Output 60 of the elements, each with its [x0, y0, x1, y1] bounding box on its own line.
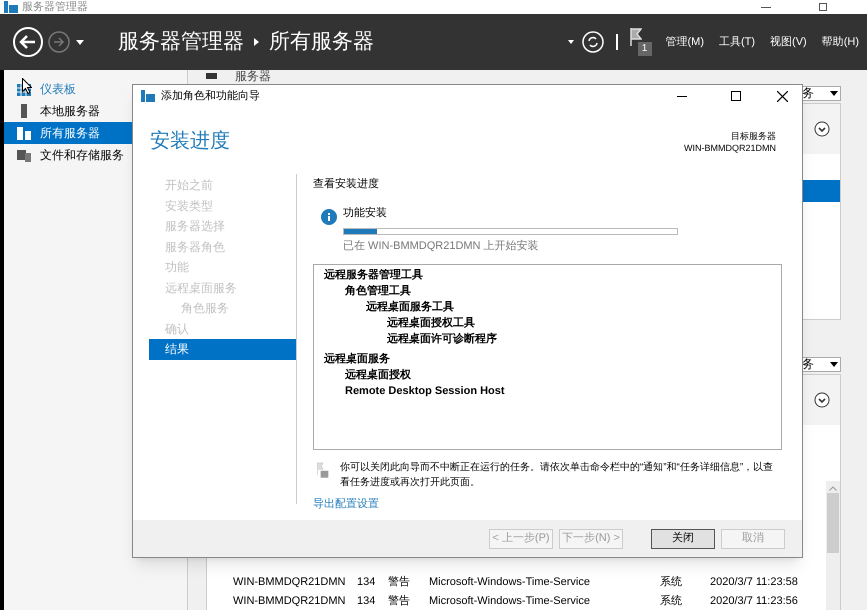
close-icon[interactable]	[777, 90, 788, 102]
maximize-icon[interactable]	[731, 91, 741, 101]
result-item: 远程服务器管理工具	[324, 268, 424, 282]
flag-icon	[316, 460, 330, 480]
section-icon	[206, 73, 217, 79]
separator-icon	[254, 38, 259, 46]
result-item: 远程桌面服务工具	[366, 300, 455, 314]
caret-icon[interactable]	[76, 40, 84, 44]
result-item: 角色管理工具	[345, 284, 412, 298]
table-cell-text: Microsoft-Windows-Time-Service	[429, 575, 591, 590]
result-item: 远程桌面授权	[345, 368, 412, 382]
app-icon	[4, 1, 18, 13]
status-text: 已在 WIN-BMMDQR21DMN 上开始安装	[343, 238, 540, 254]
chevron-down-icon[interactable]	[814, 121, 830, 137]
scrollbar[interactable]	[826, 481, 840, 610]
menu-item[interactable]: 视图(V)	[770, 34, 807, 50]
status-title: 功能安装	[343, 206, 388, 220]
table-cell-text: 系统	[660, 594, 683, 610]
table-cell-text: 134	[357, 575, 376, 590]
section-title: 查看安装进度	[313, 176, 380, 192]
table-cell-text: 134	[357, 594, 376, 610]
window-title: 服务器管理器	[22, 1, 88, 13]
result-item: 远程桌面服务	[324, 352, 391, 366]
caret-icon[interactable]	[568, 40, 574, 44]
wizard-step[interactable]: 结果	[149, 339, 296, 360]
menu-item[interactable]: 管理(M)	[666, 34, 704, 50]
breadcrumb-item[interactable]: 所有服务器	[269, 26, 374, 58]
restore-icon[interactable]	[819, 3, 827, 11]
target-server: WIN-BMMDQR21DMN	[684, 142, 776, 154]
breadcrumb-item[interactable]: 服务器管理器	[118, 26, 244, 58]
result-item: Remote Desktop Session Host	[345, 384, 506, 398]
table-cell-text: 警告	[388, 574, 411, 590]
notice-text: 你可以关闭此向导而不中断正在运行的任务。请依次单击命令栏中的“通知”和“任务详细信息”，以查看任务进度或再次打开此页面。	[340, 460, 774, 490]
chevron-down-icon[interactable]	[814, 392, 830, 408]
flag-icon[interactable]	[630, 28, 642, 46]
menu-item[interactable]: 工具(T)	[719, 34, 756, 50]
folder-icon	[16, 147, 32, 163]
info-icon	[321, 208, 337, 224]
result-item: 远程桌面许可诊断程序	[387, 332, 498, 346]
menu-item[interactable]: 帮助(H)	[822, 34, 859, 50]
result-item: 远程桌面授权工具	[387, 316, 476, 330]
servers-icon	[16, 125, 32, 141]
app-icon	[141, 90, 155, 102]
minimize-icon[interactable]	[761, 6, 771, 8]
refresh-icon[interactable]	[582, 31, 604, 53]
table-cell-text: WIN-BMMDQR21DMN	[233, 594, 346, 610]
cursor-icon	[22, 78, 32, 94]
table-cell-text: 2020/3/7 11:23:58	[710, 575, 799, 590]
table-cell-text: Microsoft-Windows-Time-Service	[429, 594, 591, 610]
export-link[interactable]: 导出配置设置	[313, 496, 782, 512]
table-cell-text: WIN-BMMDQR21DMN	[233, 575, 346, 590]
dialog-button[interactable]: 关闭	[651, 528, 715, 548]
section-title: 服务器	[235, 70, 271, 82]
target-label: 目标服务器	[731, 130, 776, 142]
table-cell-text: 系统	[660, 574, 683, 590]
notification-badge: 1	[638, 42, 652, 56]
table-cell-text: 2020/3/7 11:23:56	[710, 594, 799, 610]
forward-icon[interactable]	[48, 31, 70, 53]
table-cell-text: 警告	[388, 594, 411, 610]
back-icon[interactable]	[12, 26, 44, 58]
